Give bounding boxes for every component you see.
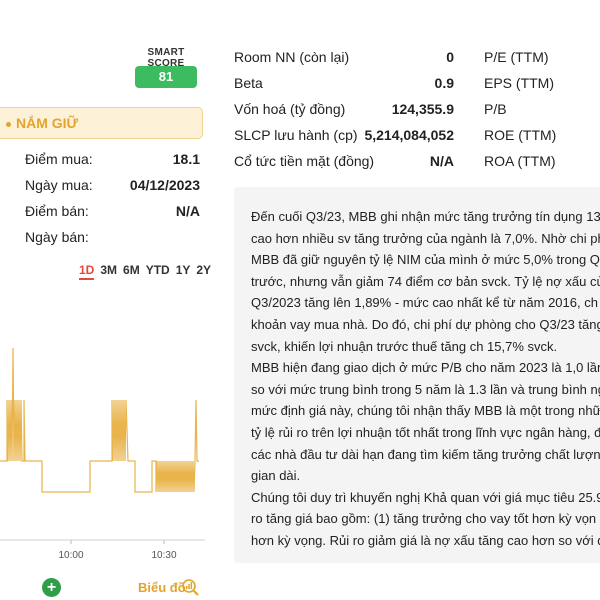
description-line: so với mức trung bình trong 5 năm là 1.3…	[251, 381, 600, 397]
stat-label-pe: P/E (TTM)	[484, 49, 549, 65]
range-tabs: 1D 3M 6M YTD 1Y 2Y	[79, 263, 217, 280]
description-line: MBB đã giữ nguyên tỷ lệ NIM của mình ở m…	[251, 252, 600, 268]
description-line: gian dài.	[251, 468, 301, 484]
description-line: ro tăng giá bao gồm: (1) tăng trưởng cho…	[251, 511, 597, 527]
stat-label-pb: P/B	[484, 101, 507, 117]
description-line: mức định giá này, chúng tôi nhận thấy MB…	[251, 403, 600, 419]
x-tick-label: 10:00	[58, 550, 83, 561]
stat-label-foreign-room: Room NN (còn lại)	[234, 49, 350, 65]
sell-price-value: N/A	[175, 203, 200, 219]
buy-price-label: Điểm mua:	[25, 151, 93, 167]
stat-label-shares-outstanding: SLCP lưu hành (cp)	[234, 127, 358, 143]
tab-6m[interactable]: 6M	[123, 263, 140, 277]
status-dot-icon	[6, 122, 11, 127]
intraday-price-chart: 10:00 10:30	[0, 347, 205, 561]
stat-value-foreign-room: 0	[446, 49, 454, 65]
stat-value-beta: 0.9	[434, 75, 454, 91]
tab-ytd[interactable]: YTD	[146, 263, 170, 277]
buy-price-value: 18.1	[172, 151, 200, 167]
stat-value-cash-dividend: N/A	[429, 153, 454, 169]
sell-price-label: Điểm bán:	[25, 203, 89, 219]
smart-score-badge: 81	[135, 66, 197, 88]
description-line: Q3/2023 tăng lên 1,89% - mức cao nhất kể…	[251, 295, 598, 311]
stat-value-market-cap: 124,355.9	[391, 101, 454, 117]
tab-3m[interactable]: 3M	[100, 263, 117, 277]
stat-value-shares-outstanding: 5,214,084,052	[364, 127, 454, 143]
stat-label-beta: Beta	[234, 75, 263, 91]
tab-2y[interactable]: 2Y	[196, 263, 211, 277]
stat-label-roe: ROE (TTM)	[484, 127, 557, 143]
tab-1d[interactable]: 1D	[79, 263, 95, 280]
stat-label-cash-dividend: Cổ tức tiền mặt (đồng)	[234, 153, 375, 169]
analysis-description-box: Đến cuối Q3/23, MBB ghi nhận mức tăng tr…	[234, 187, 600, 563]
hold-status-label: NẮM GIỮ	[16, 115, 79, 131]
sell-date-label: Ngày bán:	[25, 229, 89, 245]
description-line: Đến cuối Q3/23, MBB ghi nhận mức tăng tr…	[251, 209, 600, 224]
stat-label-market-cap: Vốn hoá (tỷ đồng)	[234, 101, 346, 117]
stat-label-eps: EPS (TTM)	[484, 75, 554, 91]
description-line: các nhà đầu tư dài hạn đang tìm kiếm tăn…	[251, 446, 600, 462]
add-button[interactable]: +	[42, 578, 61, 597]
buy-date-value: 04/12/2023	[129, 177, 200, 193]
description-line: tỷ lệ rủi ro trên lợi nhuận tốt nhất tro…	[251, 424, 600, 440]
stat-label-roa: ROA (TTM)	[484, 153, 556, 169]
buy-date-label: Ngày mua:	[25, 177, 93, 193]
x-tick-label: 10:30	[151, 550, 176, 561]
description-line: khoản vay mua nhà. Do đó, chi phí dự phò…	[251, 316, 600, 332]
chart-link-label[interactable]: Biểu đồ	[138, 580, 186, 595]
description-line: hơn kỳ vọng. Rủi ro giảm giá là nợ xấu t…	[251, 532, 600, 548]
description-line: svck, khiến lợi nhuận trước thuế tăng ch…	[251, 338, 558, 354]
chart-search-icon[interactable]	[181, 578, 201, 596]
analysis-text: Đến cuối Q3/23, MBB ghi nhận mức tăng tr…	[251, 206, 600, 552]
description-line: MBB hiện đang giao dịch ở mức P/B cho nă…	[251, 360, 600, 376]
description-line: Chúng tôi duy trì khuyến nghị Khả quan v…	[251, 489, 600, 505]
description-line: cao hơn nhiều sv tăng trưởng của ngành l…	[251, 230, 600, 246]
tab-1y[interactable]: 1Y	[176, 263, 191, 277]
price-line	[0, 347, 199, 493]
description-line: trước, nhưng vẫn giảm 74 điểm cơ bản svc…	[251, 273, 600, 289]
